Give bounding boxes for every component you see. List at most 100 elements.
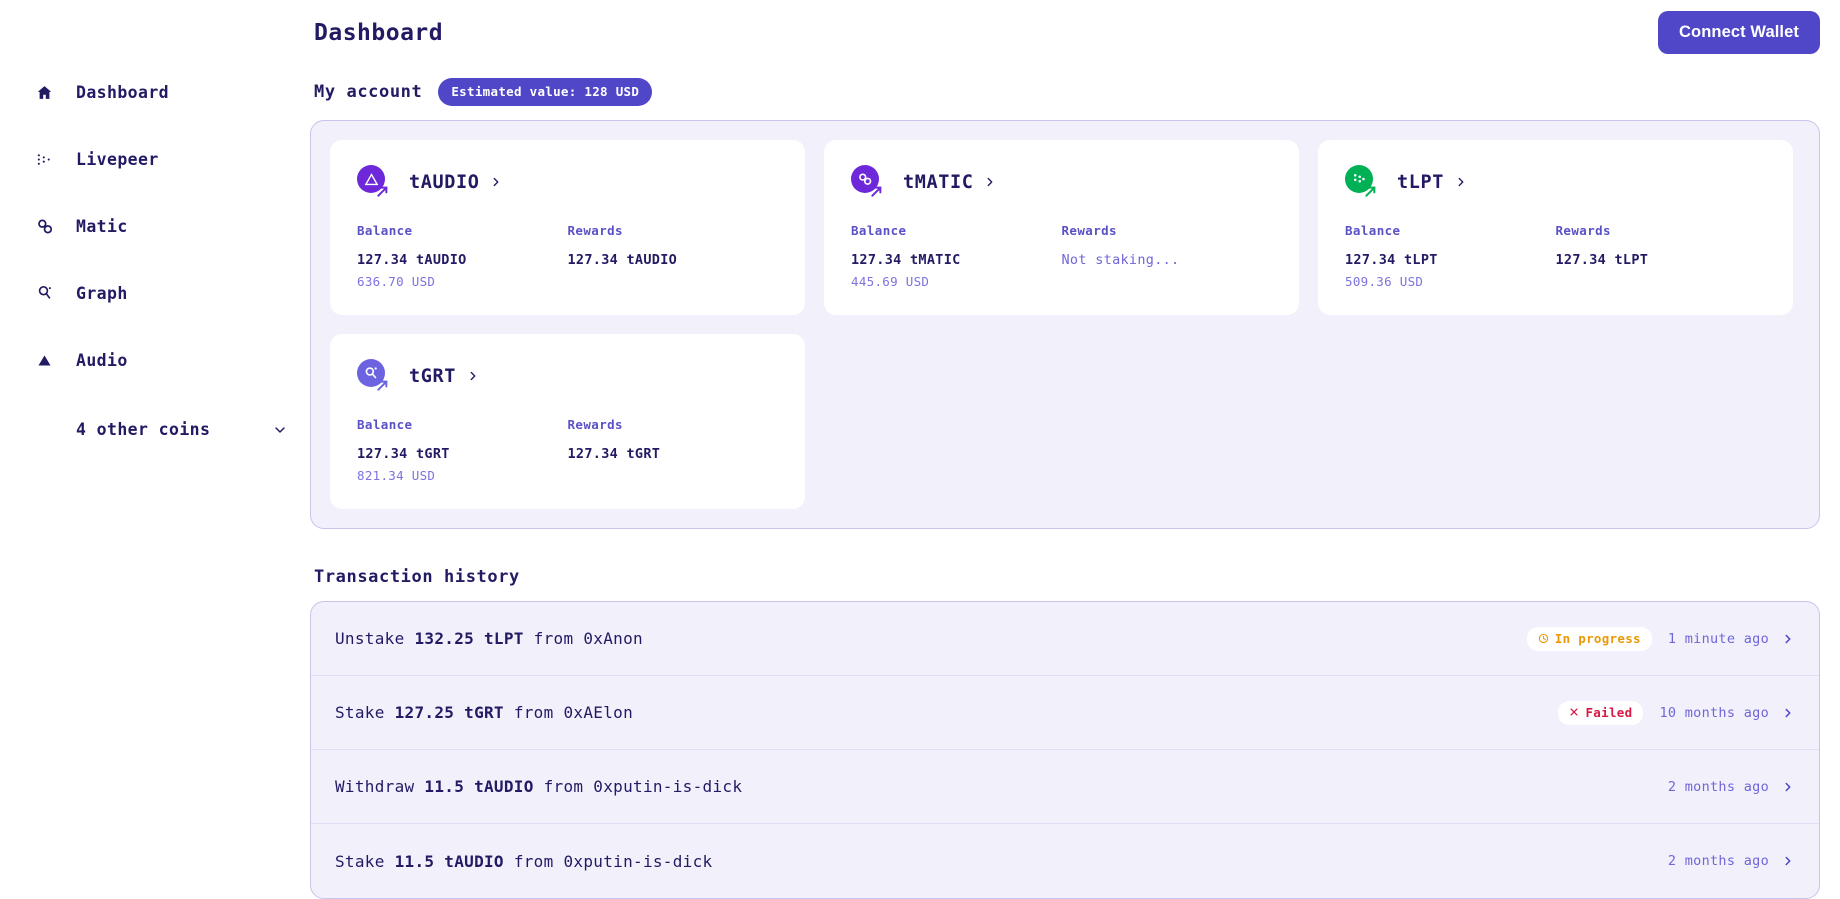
token-symbol: tMATIC [903,171,974,193]
topbar: Dashboard Connect Wallet [310,0,1840,56]
token-card-body: Balance 127.34 tMATIC 445.69 USD Rewards… [851,223,1272,289]
chevron-right-icon[interactable] [1454,175,1468,189]
token-card-header: tGRT [357,359,778,393]
main-content: Dashboard Connect Wallet My account Esti… [310,0,1840,899]
transaction-meta: In progress 1 minute ago [1526,626,1795,651]
token-card-header: tLPT [1345,165,1766,199]
audio-icon [36,352,62,369]
status-badge: In progress [1526,626,1652,651]
clock-icon [1538,633,1549,644]
transaction-address: 0xputin-is-dick [593,777,743,796]
chevron-right-icon[interactable] [1781,706,1795,720]
token-balance-col: Balance 127.34 tAUDIO 636.70 USD [357,223,568,289]
transaction-meta: 2 months ago [1668,779,1795,795]
transaction-from-label: from [533,629,574,648]
transaction-history-panel: Unstake 132.25 tLPT from 0xAnon In progr… [310,601,1820,899]
sidebar-item-livepeer[interactable]: Livepeer [0,139,310,179]
token-rewards-col: Rewards 127.34 tAUDIO [568,223,779,289]
rewards-label: Rewards [567,223,623,238]
transaction-address: 0xAElon [563,703,634,722]
token-balance-col: Balance 127.34 tLPT 509.36 USD [1345,223,1556,289]
token-card-body: Balance 127.34 tLPT 509.36 USD Rewards 1… [1345,223,1766,289]
table-row[interactable]: Stake 11.5 tAUDIO from 0xputin-is-dick 2… [311,824,1819,898]
balance-usd: 821.34 USD [357,468,436,483]
estimated-value-badge: Estimated value: 128 USD [438,78,653,106]
token-card[interactable]: tLPT Balance 127.34 tLPT 509.36 USD Rewa… [1318,140,1793,315]
token-card-body: Balance 127.34 tGRT 821.34 USD Rewards 1… [357,417,778,483]
token-balance-col: Balance 127.34 tMATIC 445.69 USD [851,223,1062,289]
chevron-down-icon[interactable] [272,422,288,438]
transaction-address: 0xAnon [583,629,643,648]
sidebar-item-dashboard[interactable]: Dashboard [0,72,310,112]
transaction-description: Stake 11.5 tAUDIO from 0xputin-is-dick [335,852,712,871]
transaction-action: Unstake [335,629,405,648]
transaction-amount: 11.5 tAUDIO [424,777,534,796]
token-card[interactable]: tMATIC Balance 127.34 tMATIC 445.69 USD … [824,140,1299,315]
transaction-amount: 11.5 tAUDIO [394,851,504,871]
balance-usd: 445.69 USD [851,274,930,289]
token-symbol: tGRT [409,365,456,387]
chevron-right-icon[interactable] [983,175,997,189]
token-rewards-col: Rewards 127.34 tGRT [568,417,779,483]
sidebar-item-label: Matic [76,216,128,236]
token-rewards-col: Rewards Not staking... [1062,223,1273,289]
rewards-value: Not staking... [1061,252,1180,268]
transaction-address: 0xputin-is-dick [563,851,713,871]
table-row[interactable]: Withdraw 11.5 tAUDIO from 0xputin-is-dic… [311,750,1819,824]
transaction-action: Stake [335,703,385,722]
transaction-time: 2 months ago [1667,853,1769,869]
transaction-action: Stake [335,851,385,871]
graph-icon [36,284,62,302]
cross-icon [1569,707,1579,717]
table-row[interactable]: Stake 127.25 tGRT from 0xAElon Failed 10… [311,676,1819,750]
sidebar-other-coins-label: 4 other coins [76,420,211,439]
balance-usd: 636.70 USD [357,274,436,289]
status-badge: Failed [1558,700,1644,725]
transaction-time: 10 months ago [1659,704,1769,721]
chevron-right-icon[interactable] [466,369,480,383]
transaction-action: Withdraw [335,777,415,796]
sidebar-item-audio[interactable]: Audio [0,340,310,380]
sidebar-item-label: Audio [76,350,128,370]
connect-wallet-button[interactable]: Connect Wallet [1658,10,1820,54]
livepeer-icon [36,151,62,168]
transaction-description: Withdraw 11.5 tAUDIO from 0xputin-is-dic… [335,777,742,796]
status-label: In progress [1554,630,1641,646]
livepeer-token-icon [1345,165,1379,199]
token-rewards-col: Rewards 127.34 tLPT [1556,223,1767,289]
sidebar-item-label: Livepeer [76,149,159,169]
chevron-right-icon[interactable] [1781,780,1795,794]
rewards-value: 127.34 tLPT [1555,252,1649,268]
account-section-header: My account Estimated value: 128 USD [314,78,1840,106]
rewards-value: 127.34 tAUDIO [567,252,678,268]
page-title: Dashboard [314,20,444,46]
transaction-meta: 2 months ago [1668,853,1795,869]
home-icon [36,84,62,101]
transaction-amount: 132.25 tLPT [414,629,524,648]
transaction-meta: Failed 10 months ago [1558,700,1795,725]
balance-label: Balance [1345,223,1401,238]
chevron-right-icon[interactable] [489,175,503,189]
chevron-right-icon[interactable] [1781,854,1795,868]
sidebar-item-graph[interactable]: Graph [0,273,310,313]
token-card[interactable]: tGRT Balance 127.34 tGRT 821.34 USD Rewa… [330,334,805,509]
sidebar-item-matic[interactable]: Matic [0,206,310,246]
token-balance-col: Balance 127.34 tGRT 821.34 USD [357,417,568,483]
table-row[interactable]: Unstake 132.25 tLPT from 0xAnon In progr… [311,602,1819,676]
sidebar: Dashboard Livepeer Matic Graph Audio 4 o… [0,0,310,880]
chevron-right-icon[interactable] [1781,632,1795,646]
balance-label: Balance [851,223,907,238]
balance-usd: 509.36 USD [1345,274,1424,289]
app-root: Dashboard Livepeer Matic Graph Audio 4 o… [0,0,1840,899]
token-symbol: tAUDIO [409,171,480,193]
token-card-body: Balance 127.34 tAUDIO 636.70 USD Rewards… [357,223,778,289]
token-card[interactable]: tAUDIO Balance 127.34 tAUDIO 636.70 USD … [330,140,805,315]
transaction-description: Unstake 132.25 tLPT from 0xAnon [335,629,643,648]
balance-label: Balance [357,223,413,238]
sidebar-other-coins-toggle[interactable]: 4 other coins [0,420,310,439]
transaction-history-title: Transaction history [314,567,520,587]
account-section-title: My account [314,82,423,102]
balance-value: 127.34 tAUDIO [357,252,467,268]
transaction-from-label: from [543,777,584,796]
transaction-time: 2 months ago [1667,778,1769,795]
